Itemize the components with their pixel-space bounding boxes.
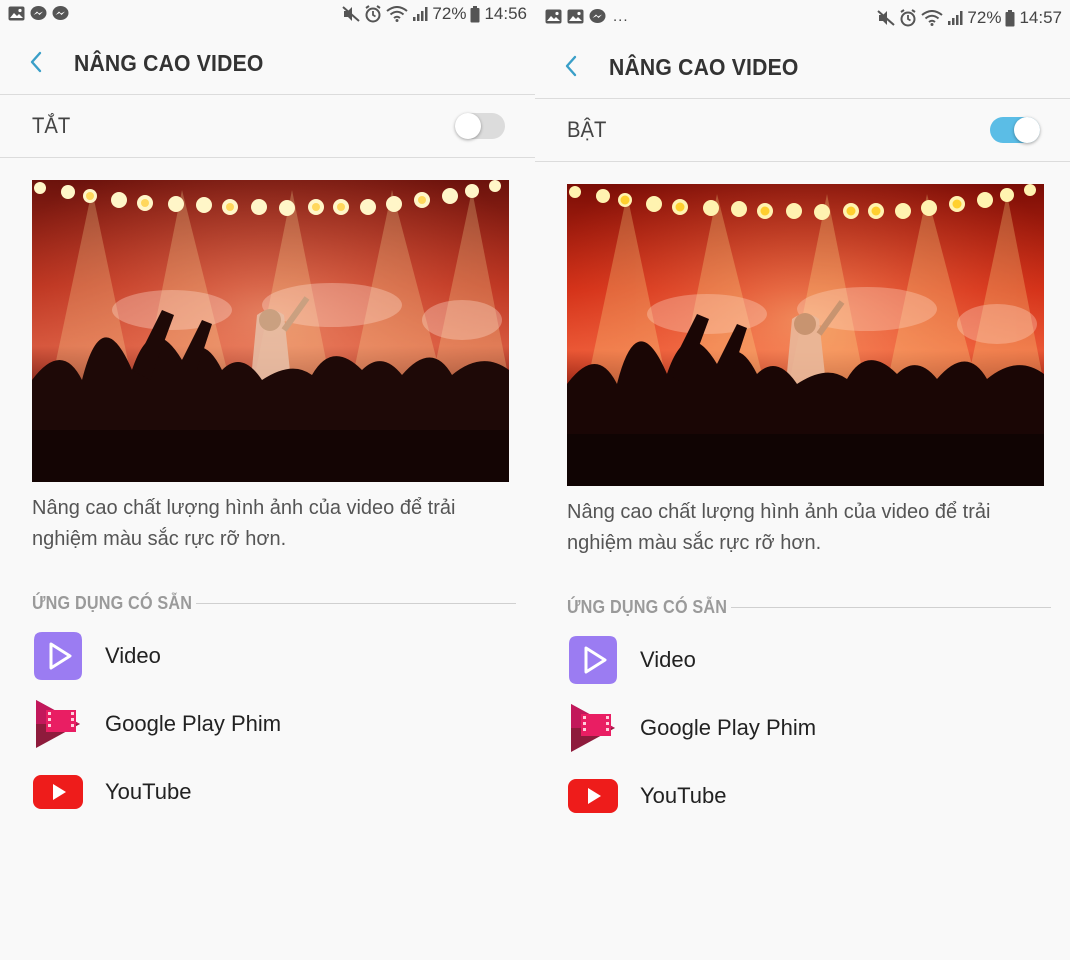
- back-button[interactable]: [555, 50, 587, 82]
- battery-icon: [470, 5, 480, 22]
- section-header: ỨNG DỤNG CÓ SẴN: [567, 595, 1051, 621]
- divider: [0, 157, 535, 158]
- back-button[interactable]: [20, 46, 52, 78]
- gallery-icon: [567, 9, 584, 24]
- alarm-icon: [365, 5, 381, 23]
- wifi-icon: [921, 10, 944, 26]
- video-enhance-switch[interactable]: [455, 113, 505, 139]
- divider: [535, 161, 1070, 162]
- section-title: ỨNG DỤNG CÓ SẴN: [567, 597, 728, 617]
- app-item-video[interactable]: Video: [32, 630, 492, 684]
- mute-icon: [342, 6, 361, 22]
- gallery-icon: [545, 9, 562, 24]
- google-play-movies-icon: [36, 700, 80, 748]
- clock: 14:57: [1019, 8, 1062, 27]
- video-enhance-switch[interactable]: [990, 117, 1040, 143]
- battery-percent: 72%: [967, 8, 1002, 27]
- video-app-icon: [569, 636, 617, 684]
- switch-knob: [1014, 117, 1040, 143]
- youtube-icon: [568, 779, 618, 813]
- section-divider: [731, 607, 1051, 608]
- app-name: Video: [105, 643, 161, 668]
- feature-description: Nâng cao chất lượng hình ảnh của video đ…: [567, 501, 991, 554]
- status-bar: ... 72% 14:57: [535, 0, 1070, 32]
- comparison-stage: 72% 14:56 NÂNG CAO VIDEO TẮT Nâng cao ch…: [0, 0, 1070, 960]
- app-item-youtube[interactable]: YouTube: [567, 770, 1027, 824]
- wifi-icon: [386, 6, 409, 22]
- page-title: NÂNG CAO VIDEO: [74, 50, 264, 76]
- feature-description: Nâng cao chất lượng hình ảnh của video đ…: [32, 497, 456, 550]
- page-title: NÂNG CAO VIDEO: [609, 54, 799, 80]
- back-arrow-icon: [30, 51, 42, 73]
- clock: 14:56: [484, 4, 527, 23]
- app-bar: NÂNG CAO VIDEO: [535, 34, 1070, 98]
- video-app-icon: [34, 632, 82, 680]
- concert-preview-art: [567, 184, 1044, 486]
- app-name: Google Play Phim: [640, 715, 817, 740]
- app-name: Video: [640, 647, 696, 672]
- messenger-icon: [30, 6, 47, 20]
- app-name: Google Play Phim: [105, 711, 282, 736]
- concert-preview-art: [32, 180, 509, 482]
- youtube-icon: [33, 775, 83, 809]
- app-name: YouTube: [640, 783, 727, 808]
- alarm-icon: [900, 9, 916, 27]
- concert-preview-image: [567, 184, 1044, 486]
- screen-off: 72% 14:56 NÂNG CAO VIDEO TẮT Nâng cao ch…: [0, 0, 535, 960]
- screen-on: ... 72% 14:57 NÂNG CAO VIDEO BẬT Nâng ca…: [535, 0, 1070, 960]
- toggle-state-label: TẮT: [32, 113, 71, 138]
- video-enhance-toggle-row[interactable]: TẮT: [0, 95, 535, 157]
- switch-knob: [455, 113, 481, 139]
- more-notifications: ...: [613, 8, 629, 25]
- section-divider: [196, 603, 516, 604]
- back-arrow-icon: [565, 55, 577, 77]
- signal-icon: [948, 11, 963, 25]
- mute-icon: [877, 10, 896, 26]
- gallery-icon: [8, 6, 25, 21]
- signal-icon: [413, 7, 428, 21]
- section-title: ỨNG DỤNG CÓ SẴN: [32, 593, 193, 613]
- app-name: YouTube: [105, 779, 192, 804]
- battery-icon: [1005, 9, 1015, 26]
- toggle-state-label: BẬT: [567, 117, 607, 142]
- app-item-youtube[interactable]: YouTube: [32, 766, 492, 820]
- messenger-icon: [589, 9, 606, 23]
- app-bar: NÂNG CAO VIDEO: [0, 30, 535, 94]
- app-item-video[interactable]: Video: [567, 634, 1027, 688]
- app-item-google-play-movies[interactable]: Google Play Phim: [567, 702, 1027, 756]
- google-play-movies-icon: [571, 704, 615, 752]
- concert-preview-image: [32, 180, 509, 482]
- status-bar: 72% 14:56: [0, 0, 535, 32]
- app-item-google-play-movies[interactable]: Google Play Phim: [32, 698, 492, 752]
- messenger-icon: [52, 6, 69, 20]
- section-header: ỨNG DỤNG CÓ SẴN: [32, 591, 516, 617]
- battery-percent: 72%: [432, 4, 467, 23]
- video-enhance-toggle-row[interactable]: BẬT: [535, 99, 1070, 161]
